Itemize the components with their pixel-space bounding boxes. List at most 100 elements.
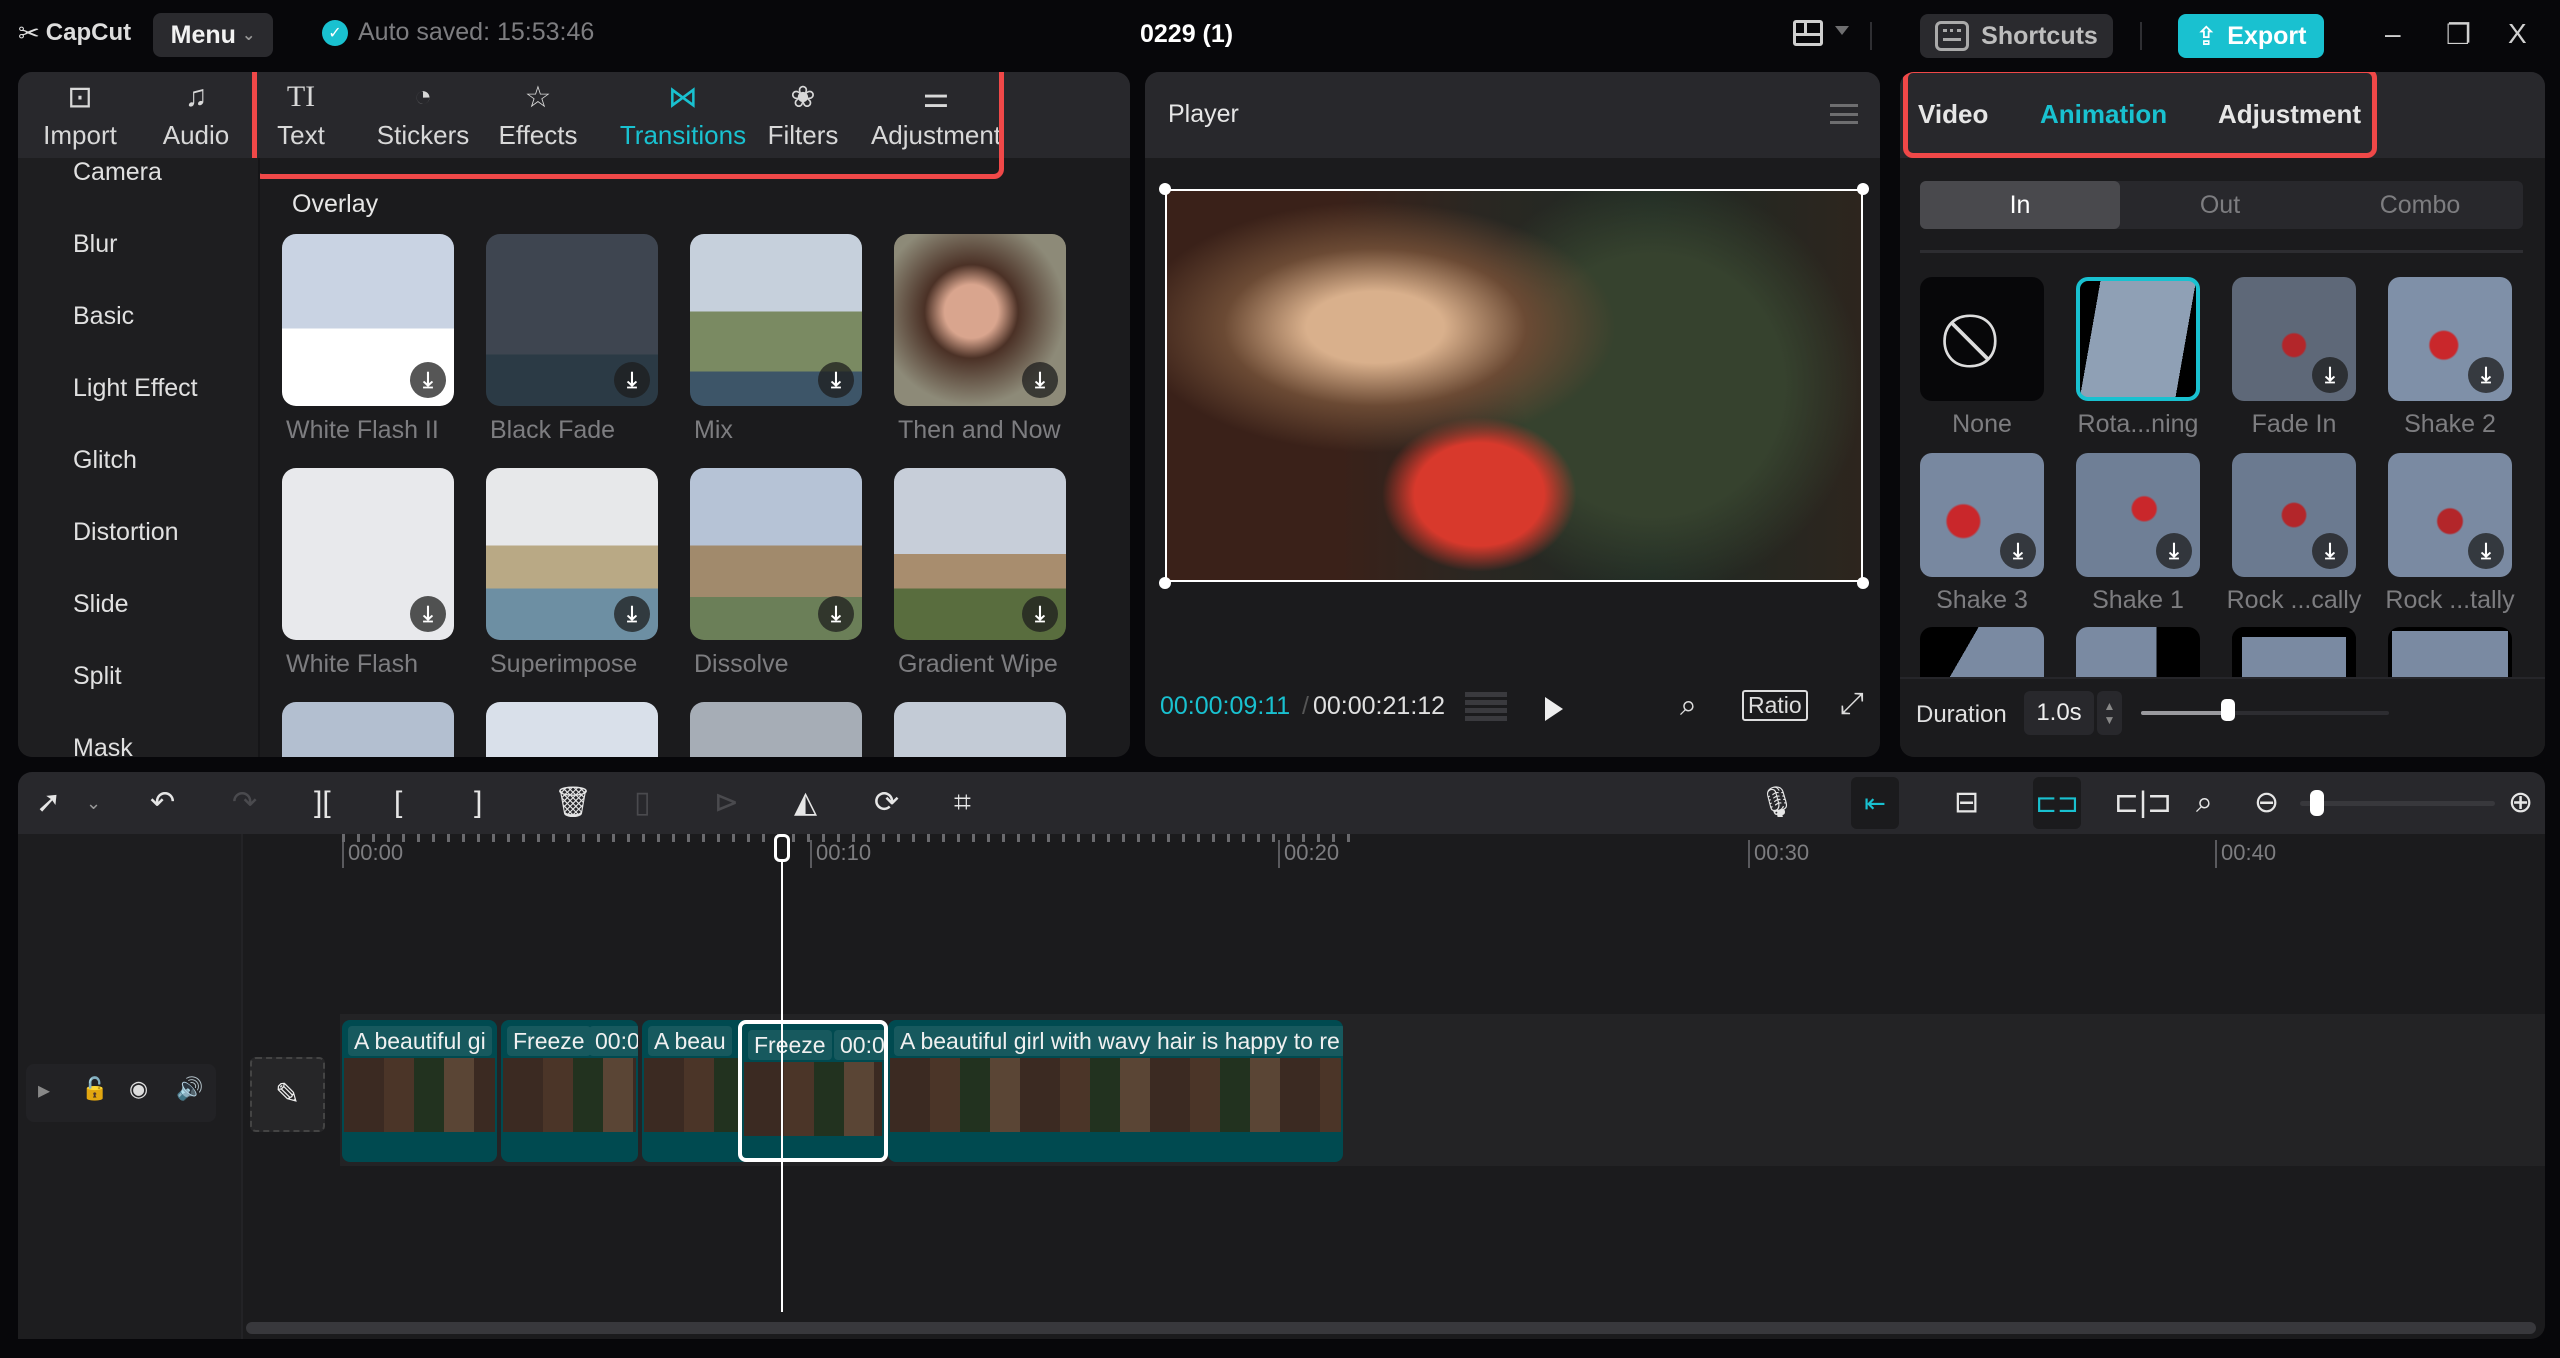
cover-icon[interactable]: ▸ — [38, 1076, 50, 1105]
tab-audio[interactable]: ♫ Audio — [146, 78, 246, 151]
transition-item[interactable] — [282, 702, 454, 757]
crop-icon[interactable]: ⌗ — [954, 786, 971, 820]
duration-stepper[interactable]: ▲ ▼ — [2097, 691, 2122, 735]
chevron-up-icon[interactable]: ▲ — [2104, 699, 2116, 713]
download-icon[interactable]: ⤓ — [1022, 596, 1058, 632]
category-slide[interactable]: Slide — [73, 590, 129, 619]
animation-item[interactable]: ⤓ — [2388, 453, 2512, 577]
segment-combo[interactable]: Combo — [2320, 181, 2520, 229]
category-basic[interactable]: Basic — [73, 302, 134, 331]
animation-item[interactable] — [2076, 277, 2200, 401]
download-icon[interactable]: ⤓ — [2468, 533, 2504, 569]
preview-axis-icon[interactable]: ⊏|⊐ — [2114, 786, 2172, 820]
export-button[interactable]: ⇪ Export — [2178, 14, 2324, 58]
menu-icon[interactable] — [1830, 104, 1858, 124]
animation-item[interactable]: ⤓ — [2388, 277, 2512, 401]
speaker-icon[interactable]: 🔊 — [176, 1076, 203, 1102]
delete-icon[interactable]: 🗑 — [554, 786, 592, 820]
lock-icon[interactable]: 🔓 — [81, 1076, 108, 1102]
duration-input[interactable]: 1.0s — [2024, 691, 2094, 735]
animation-item-none[interactable]: ⃠ — [1920, 277, 2044, 401]
minimize-button[interactable]: – — [2385, 18, 2401, 50]
animation-item[interactable]: ⤓ — [2232, 453, 2356, 577]
tab-animation[interactable]: Animation — [2040, 99, 2167, 130]
duration-slider-handle[interactable] — [2220, 699, 2235, 721]
chevron-down-icon[interactable]: ⌄ — [86, 786, 101, 820]
video-preview[interactable] — [1165, 189, 1863, 582]
animation-item[interactable]: ⤓ — [2076, 453, 2200, 577]
select-tool-icon[interactable]: ➚ — [36, 786, 61, 820]
transition-item[interactable] — [690, 702, 862, 757]
horizontal-scrollbar[interactable] — [246, 1322, 2536, 1334]
playhead[interactable] — [781, 834, 783, 1312]
zoom-to-fit-icon[interactable]: ⌕ — [2196, 786, 2213, 820]
tab-video[interactable]: Video — [1918, 99, 1988, 130]
segment-in[interactable]: In — [1920, 181, 2120, 229]
video-clip-selected[interactable]: Freeze 00:0 — [738, 1020, 888, 1162]
transition-item[interactable]: ⤓ — [486, 234, 658, 406]
menu-button[interactable]: Menu ⌄ — [153, 13, 273, 57]
video-clip[interactable]: A beau — [642, 1020, 752, 1162]
category-distortion[interactable]: Distortion — [73, 518, 179, 547]
transition-item[interactable]: ⤓ — [690, 234, 862, 406]
transition-item[interactable]: ⤓ — [894, 468, 1066, 640]
animation-item[interactable]: ⤓ — [1920, 453, 2044, 577]
transition-item[interactable]: ⤓ — [282, 234, 454, 406]
download-icon[interactable]: ⤓ — [818, 362, 854, 398]
transition-item[interactable]: ⤓ — [486, 468, 658, 640]
transition-item[interactable] — [894, 702, 1066, 757]
category-light-effect[interactable]: Light Effect — [73, 374, 198, 403]
fullscreen-icon[interactable]: ⤢ — [1840, 687, 1864, 721]
project-title[interactable]: 0229 (1) — [1140, 20, 1233, 49]
maximize-button[interactable]: ❐ — [2446, 18, 2471, 51]
tab-stickers[interactable]: ◔ Stickers — [363, 78, 483, 151]
tab-text[interactable]: TI Text — [251, 78, 351, 151]
category-camera[interactable]: Camera — [73, 158, 162, 187]
video-clip[interactable]: A beautiful girl with wavy hair is happy… — [888, 1020, 1343, 1162]
tab-filters[interactable]: ❀ Filters — [743, 78, 863, 151]
tab-adjustment[interactable]: ⚌ Adjustment — [846, 78, 1026, 151]
auto-snap-icon[interactable]: ⊟ — [1954, 786, 1979, 820]
chevron-down-icon[interactable]: ▼ — [2104, 713, 2116, 727]
rotate-icon[interactable]: ⟳ — [874, 786, 899, 820]
zoom-preview-icon[interactable]: ⌕ — [1680, 689, 1697, 723]
play-button[interactable] — [1545, 697, 1563, 721]
download-icon[interactable]: ⤓ — [614, 596, 650, 632]
animation-item[interactable]: ⤓ — [2232, 277, 2356, 401]
category-mask[interactable]: Mask — [73, 734, 133, 757]
resize-handle[interactable] — [1857, 577, 1869, 589]
transition-item[interactable]: ⤓ — [894, 234, 1066, 406]
category-glitch[interactable]: Glitch — [73, 446, 137, 475]
video-clip[interactable]: Freeze 00:0 — [501, 1020, 638, 1162]
segment-out[interactable]: Out — [2120, 181, 2320, 229]
transition-item[interactable]: ⤓ — [690, 468, 862, 640]
playhead-handle[interactable] — [774, 834, 790, 862]
category-blur[interactable]: Blur — [73, 230, 117, 259]
caret-down-icon[interactable] — [1835, 26, 1849, 35]
eye-icon[interactable]: ◉ — [129, 1076, 148, 1102]
timeline-zoom-handle[interactable] — [2309, 790, 2324, 816]
transition-item[interactable] — [486, 702, 658, 757]
resize-handle[interactable] — [1159, 577, 1171, 589]
undo-icon[interactable]: ↶ — [150, 786, 175, 820]
download-icon[interactable]: ⤓ — [818, 596, 854, 632]
layout-icon[interactable] — [1793, 20, 1823, 46]
download-icon[interactable]: ⤓ — [2312, 533, 2348, 569]
download-icon[interactable]: ⤓ — [1022, 362, 1058, 398]
download-icon[interactable]: ⤓ — [410, 362, 446, 398]
download-icon[interactable]: ⤓ — [2312, 357, 2348, 393]
microphone-icon[interactable]: 🎙 — [1758, 786, 1796, 820]
split-left-icon[interactable]: [ — [394, 786, 402, 820]
ratio-button[interactable]: Ratio — [1742, 690, 1808, 721]
tab-effects[interactable]: ☆ Effects — [478, 78, 598, 151]
timeline-zoom-slider[interactable] — [2300, 790, 2495, 816]
resize-handle[interactable] — [1159, 183, 1171, 195]
close-button[interactable]: X — [2508, 18, 2527, 50]
waveform-icon[interactable] — [1465, 692, 1507, 722]
split-icon[interactable]: ][ — [314, 786, 331, 820]
category-split[interactable]: Split — [73, 662, 122, 691]
resize-handle[interactable] — [1857, 183, 1869, 195]
duration-slider[interactable] — [2141, 699, 2389, 721]
download-icon[interactable]: ⤓ — [614, 362, 650, 398]
zoom-out-icon[interactable]: ⊖ — [2254, 786, 2279, 820]
